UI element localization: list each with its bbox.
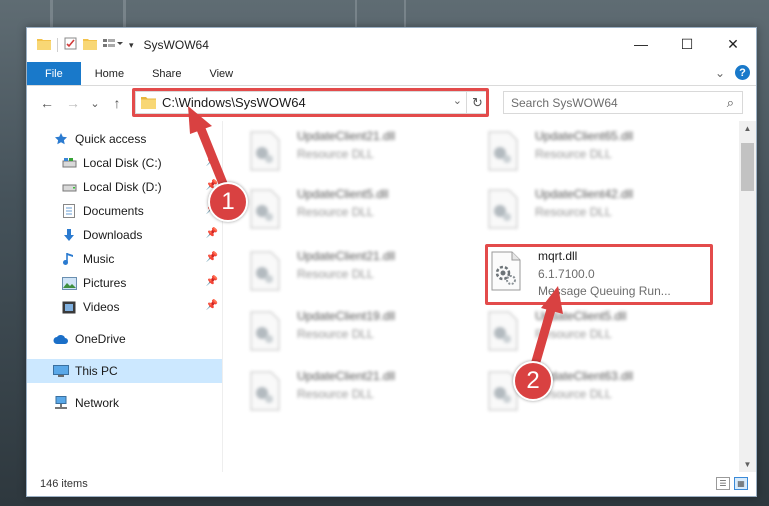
pictures-icon: [61, 275, 77, 291]
sidebar-item-local-disk-c[interactable]: Local Disk (C:) 📌: [27, 151, 222, 175]
folder-icon[interactable]: [37, 37, 51, 53]
scroll-down-icon[interactable]: ▼: [739, 460, 756, 469]
dll-file-icon: [250, 371, 280, 411]
window-controls: — ☐ ✕: [618, 28, 756, 60]
recent-locations-button[interactable]: ⌄: [89, 97, 101, 110]
step-2-badge: 2: [513, 361, 553, 401]
pin-icon: 📌: [205, 276, 218, 287]
tab-home[interactable]: Home: [81, 62, 138, 85]
dll-file-icon: [250, 251, 280, 291]
file-explorer-window: ▾ SysWOW64 — ☐ ✕ File Home Share View ⌄ …: [26, 27, 757, 497]
videos-icon: [61, 299, 77, 315]
dll-file-icon: [488, 189, 518, 229]
sidebar-item-onedrive[interactable]: OneDrive: [27, 327, 222, 351]
customize-toolbar-icon[interactable]: [103, 37, 123, 53]
vertical-scrollbar[interactable]: ▲ ▼: [739, 121, 756, 472]
tab-share[interactable]: Share: [138, 62, 195, 85]
search-box[interactable]: ⌕: [503, 91, 743, 114]
tab-file[interactable]: File: [27, 62, 81, 85]
qat-dropdown-icon[interactable]: ▾: [129, 40, 134, 51]
details-view-icon[interactable]: ☰: [716, 477, 730, 490]
sidebar-item-documents[interactable]: Documents 📌: [27, 199, 222, 223]
sidebar-item-music[interactable]: Music 📌: [27, 247, 222, 271]
help-icon[interactable]: ?: [735, 65, 750, 80]
file-item[interactable]: UpdateClient21.dll Resource DLL: [249, 129, 469, 179]
file-item[interactable]: UpdateClient21.dll Resource DLL: [249, 369, 469, 419]
search-input[interactable]: [511, 95, 711, 110]
pin-icon: 📌: [205, 156, 218, 167]
dll-file-icon: [250, 311, 280, 351]
up-button[interactable]: ↑: [107, 95, 127, 111]
file-item[interactable]: UpdateClient21.dll Resource DLL: [249, 249, 469, 299]
sidebar-item-network[interactable]: Network: [27, 391, 222, 415]
sidebar-item-pictures[interactable]: Pictures 📌: [27, 271, 222, 295]
search-icon: ⌕: [726, 95, 734, 110]
close-button[interactable]: ✕: [710, 28, 756, 60]
dll-file-icon: [488, 311, 518, 351]
music-icon: [61, 251, 77, 267]
file-list: UpdateClient21.dll Resource DLL UpdateCl…: [222, 121, 756, 472]
dll-file-icon: [250, 131, 280, 171]
properties-icon[interactable]: [64, 37, 77, 53]
tiles-view-icon[interactable]: ▦: [734, 477, 748, 490]
title-bar: ▾ SysWOW64 — ☐ ✕: [27, 28, 756, 62]
pin-icon: 📌: [205, 300, 218, 311]
maximize-button[interactable]: ☐: [664, 28, 710, 60]
cloud-icon: [53, 331, 69, 347]
pin-icon: 📌: [205, 228, 218, 239]
sidebar-item-quick-access[interactable]: Quick access: [27, 127, 222, 151]
ribbon-tabs: File Home Share View ⌄ ?: [27, 62, 756, 86]
star-icon: [53, 131, 69, 147]
step-1-badge: 1: [208, 182, 248, 222]
sidebar-item-downloads[interactable]: Downloads 📌: [27, 223, 222, 247]
pc-icon: [53, 363, 69, 379]
drive-icon: [61, 179, 77, 195]
sidebar-item-local-disk-d[interactable]: Local Disk (D:) 📌: [27, 175, 222, 199]
file-highlight-box: [485, 244, 713, 305]
tab-view[interactable]: View: [195, 62, 247, 85]
dll-file-icon: [250, 189, 280, 229]
content-area: Quick access Local Disk (C:) 📌 Local Dis…: [27, 121, 756, 472]
forward-button[interactable]: →: [63, 95, 83, 111]
scrollbar-thumb[interactable]: [741, 143, 754, 191]
back-button[interactable]: ←: [37, 95, 57, 111]
file-item[interactable]: UpdateClient42.dll Resource DLL: [487, 187, 707, 237]
navigation-bar: ← → ⌄ ↑ C:\Windows\SysWOW64 ⌄ ↻ ⌕: [27, 86, 756, 120]
file-item[interactable]: UpdateClient65.dll Resource DLL: [487, 129, 707, 179]
documents-icon: [61, 203, 77, 219]
download-icon: [61, 227, 77, 243]
quick-access-toolbar: ▾: [27, 37, 134, 53]
navigation-pane: Quick access Local Disk (C:) 📌 Local Dis…: [27, 121, 222, 472]
expand-ribbon-icon[interactable]: ⌄: [715, 66, 725, 80]
network-icon: [53, 395, 69, 411]
sidebar-item-this-pc[interactable]: This PC: [27, 359, 222, 383]
drive-icon: [61, 155, 77, 171]
file-item[interactable]: UpdateClient5.dll Resource DLL: [249, 187, 469, 237]
address-highlight-box: [132, 88, 489, 117]
file-item[interactable]: UpdateClient5.dll Resource DLL: [487, 309, 707, 359]
file-item[interactable]: UpdateClient19.dll Resource DLL: [249, 309, 469, 359]
dll-file-icon: [488, 131, 518, 171]
status-bar: 146 items ☰ ▦: [27, 472, 756, 496]
new-folder-icon[interactable]: [83, 37, 97, 53]
pin-icon: 📌: [205, 252, 218, 263]
scroll-up-icon[interactable]: ▲: [739, 124, 756, 133]
sidebar-item-videos[interactable]: Videos 📌: [27, 295, 222, 319]
minimize-button[interactable]: —: [618, 28, 664, 60]
window-title: SysWOW64: [143, 38, 209, 52]
item-count: 146 items: [40, 478, 88, 490]
